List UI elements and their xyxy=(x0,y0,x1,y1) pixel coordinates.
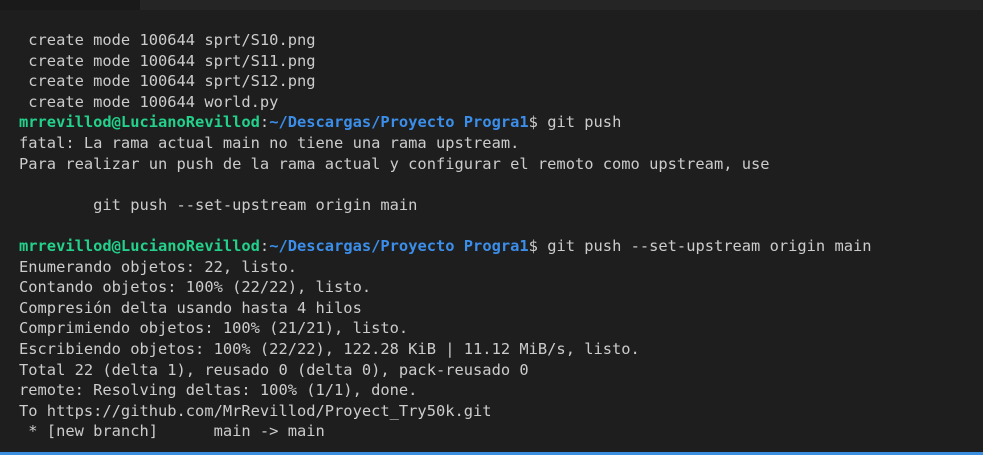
editor-top-bar xyxy=(0,0,983,10)
terminal-line: create mode 100644 world.py xyxy=(19,92,279,111)
terminal-line: fatal: La rama actual main no tiene una … xyxy=(19,133,520,152)
terminal-line: Contando objetos: 100% (22/22), listo. xyxy=(19,278,372,297)
prompt-command: git push --set-upstream origin main xyxy=(547,236,872,255)
terminal-line: create mode 100644 sprt/S11.png xyxy=(19,51,316,70)
prompt-path: ~/Descargas/Proyecto Progra1 xyxy=(269,113,529,132)
prompt-user: mrrevillod@LucianoRevillod xyxy=(19,113,260,132)
terminal-line: create mode 100644 sprt/S12.png xyxy=(19,72,316,91)
prompt-command: git push xyxy=(547,113,622,132)
panel-tab-strip xyxy=(140,0,983,10)
terminal-output[interactable]: create mode 100644 sprt/S10.png create m… xyxy=(19,30,983,451)
terminal-line: Comprimiendo objetos: 100% (21/21), list… xyxy=(19,319,409,338)
prompt-user: mrrevillod@LucianoRevillod xyxy=(19,236,260,255)
prompt-colon: : xyxy=(259,236,270,255)
terminal-line: Compresión delta usando hasta 4 hilos xyxy=(19,298,362,317)
prompt-line: mrrevillod@LucianoRevillod:~/Descargas/P… xyxy=(19,112,983,133)
prompt-colon: : xyxy=(259,113,270,132)
terminal-line: * [new branch] main -> main xyxy=(19,422,325,441)
prompt-line: mrrevillod@LucianoRevillod:~/Descargas/P… xyxy=(19,236,983,257)
prompt-symbol: $ xyxy=(528,236,548,255)
terminal-line: create mode 100644 sprt/S10.png xyxy=(19,31,316,49)
terminal-line: Total 22 (delta 1), reusado 0 (delta 0),… xyxy=(19,360,529,379)
terminal-line: git push --set-upstream origin main xyxy=(19,195,418,214)
terminal-line: Para realizar un push de la rama actual … xyxy=(19,154,770,173)
terminal-line: remote: Resolving deltas: 100% (1/1), do… xyxy=(19,381,418,400)
terminal-line: Escribiendo objetos: 100% (22/22), 122.2… xyxy=(19,339,640,358)
prompt-path: ~/Descargas/Proyecto Progra1 xyxy=(269,236,529,255)
terminal-line: To https://github.com/MrRevillod/Proyect… xyxy=(19,401,492,420)
prompt-symbol: $ xyxy=(528,113,548,132)
terminal-line: Enumerando objetos: 22, listo. xyxy=(19,257,297,276)
